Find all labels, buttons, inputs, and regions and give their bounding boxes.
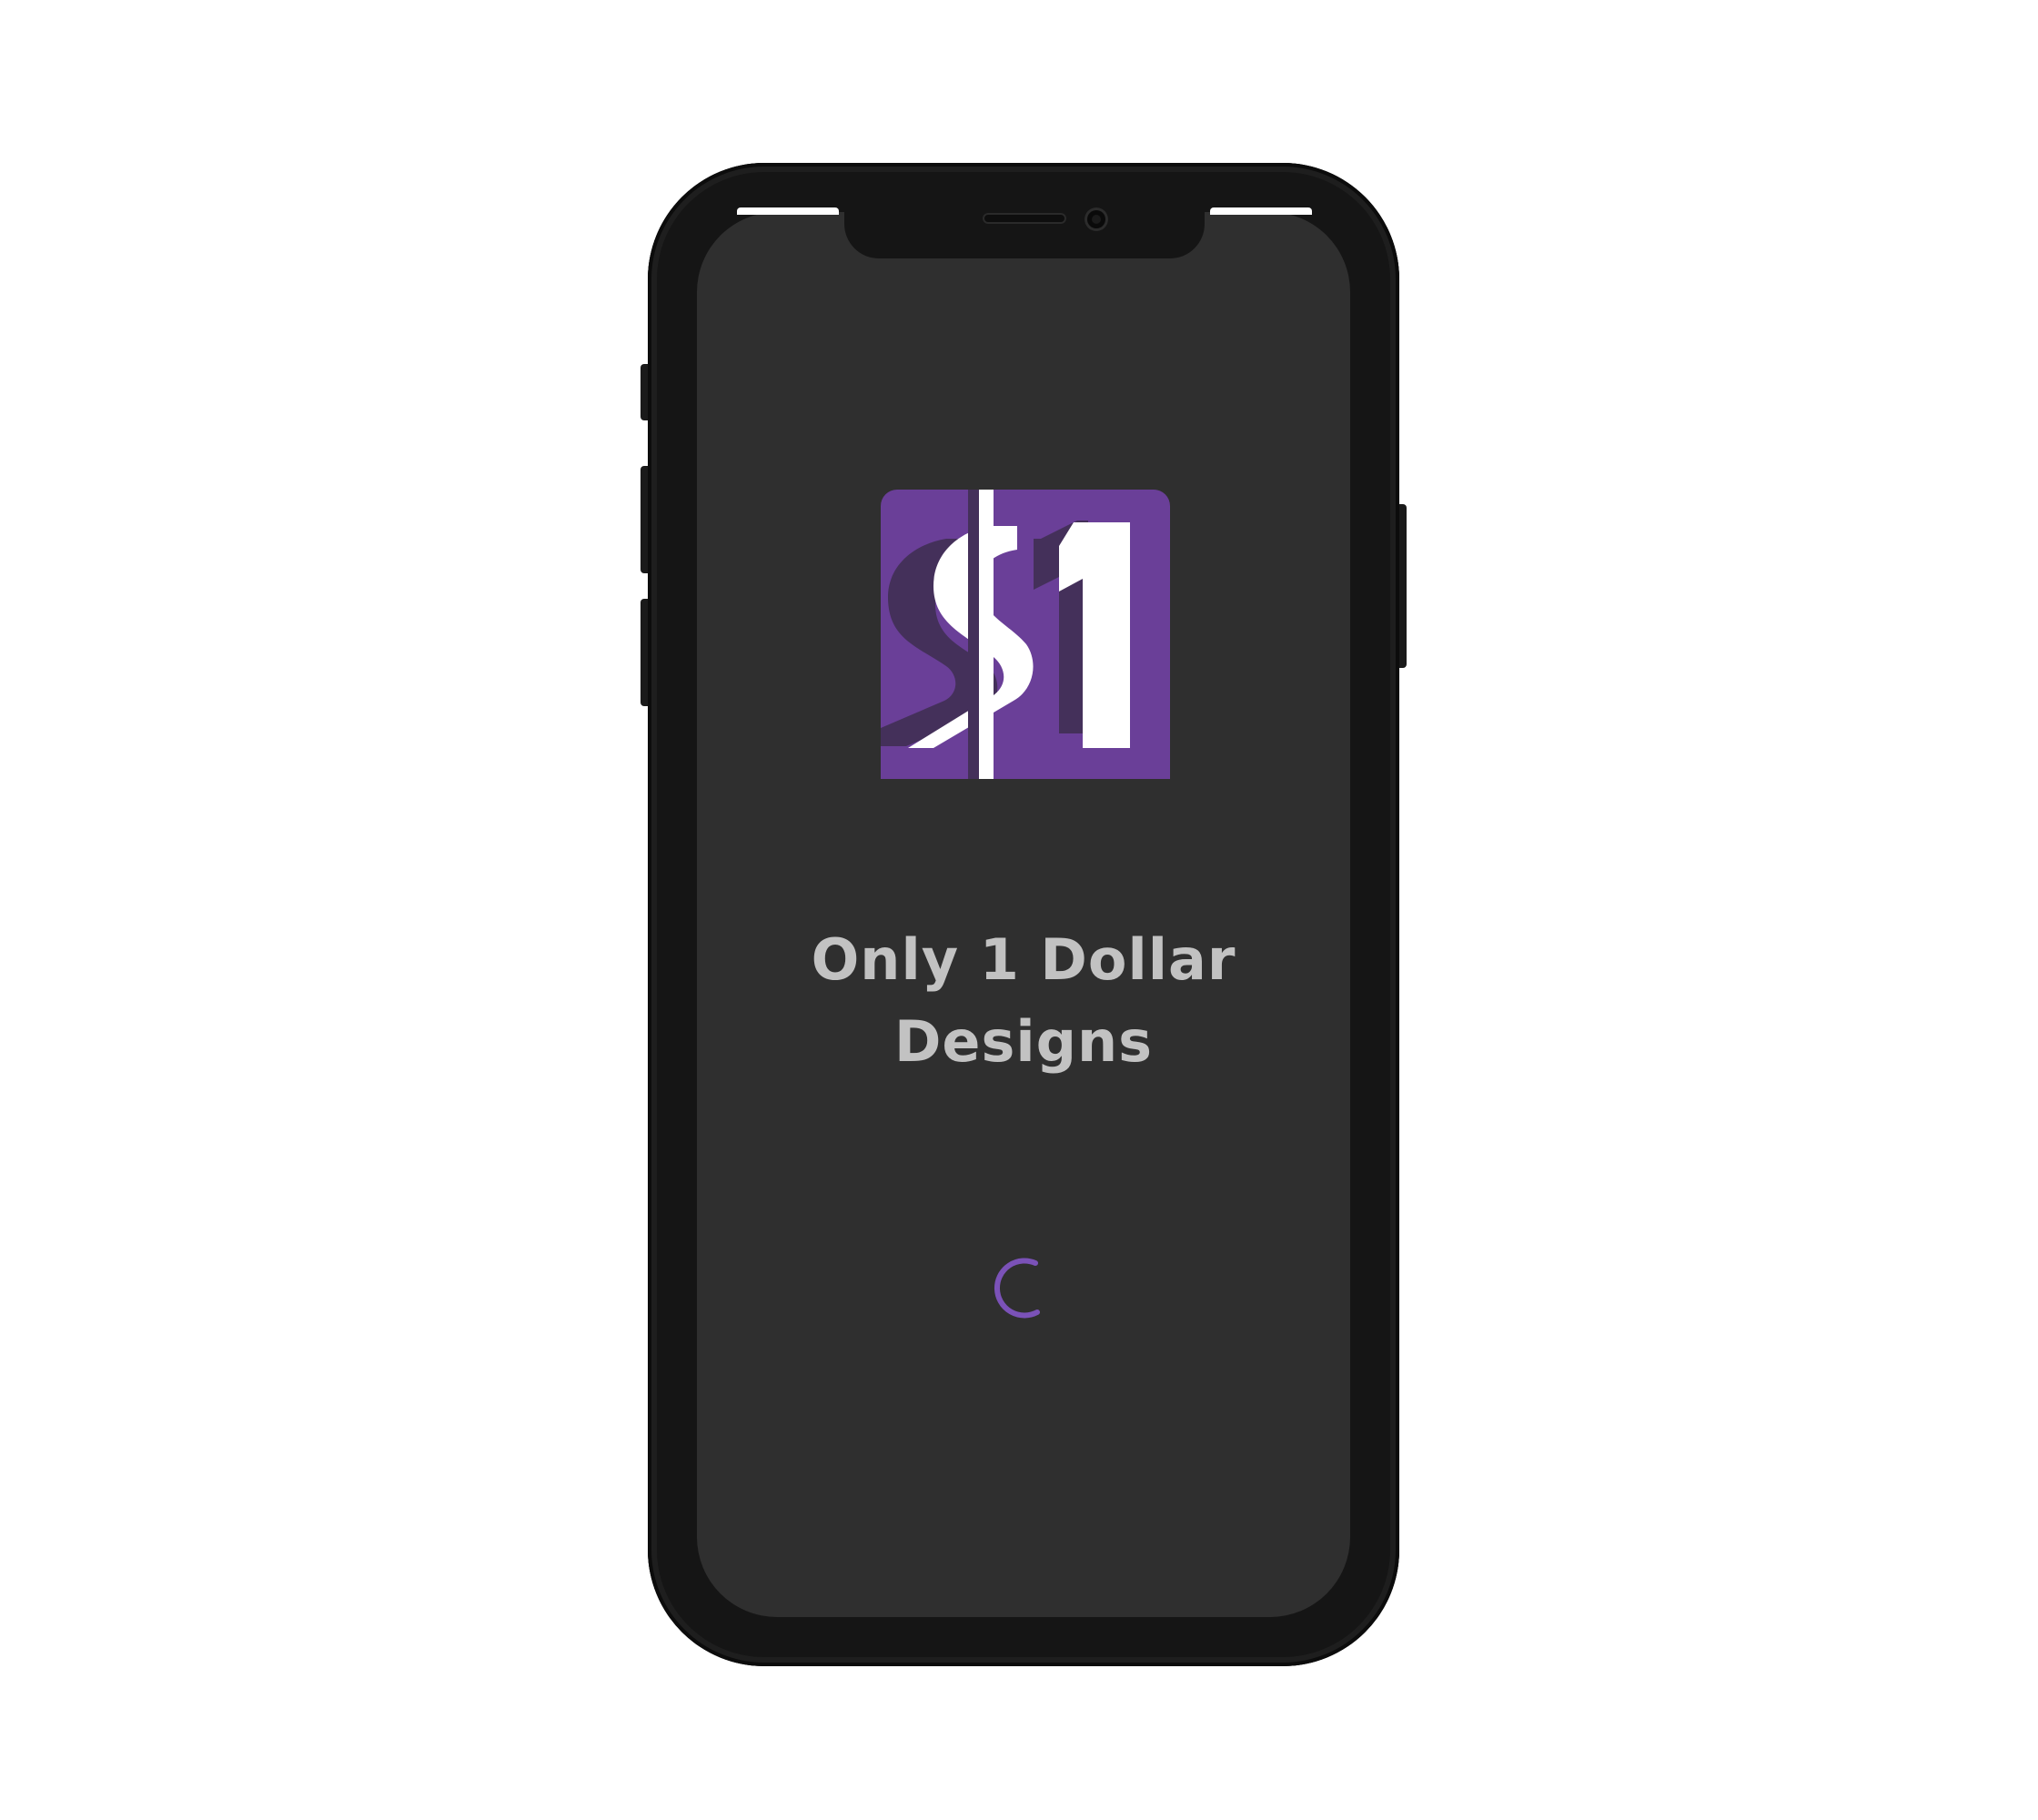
app-title-line-1: Only 1 Dollar xyxy=(811,926,1236,993)
app-title-line-2: Designs xyxy=(893,1008,1154,1075)
splash-screen xyxy=(697,212,1350,1617)
front-camera-icon xyxy=(1085,207,1108,231)
status-bar-right xyxy=(1210,207,1312,215)
status-bar-left xyxy=(737,207,839,215)
app-title: Only 1 Dollar Designs xyxy=(801,919,1246,1083)
loading-spinner-icon xyxy=(994,1258,1040,1319)
notch xyxy=(844,207,1205,258)
dollar-one-logo-icon xyxy=(881,490,1170,779)
speaker-grille xyxy=(983,213,1066,224)
mockup-stage: Only 1 Dollar Designs xyxy=(0,0,2038,1820)
phone-frame xyxy=(648,163,1399,1666)
